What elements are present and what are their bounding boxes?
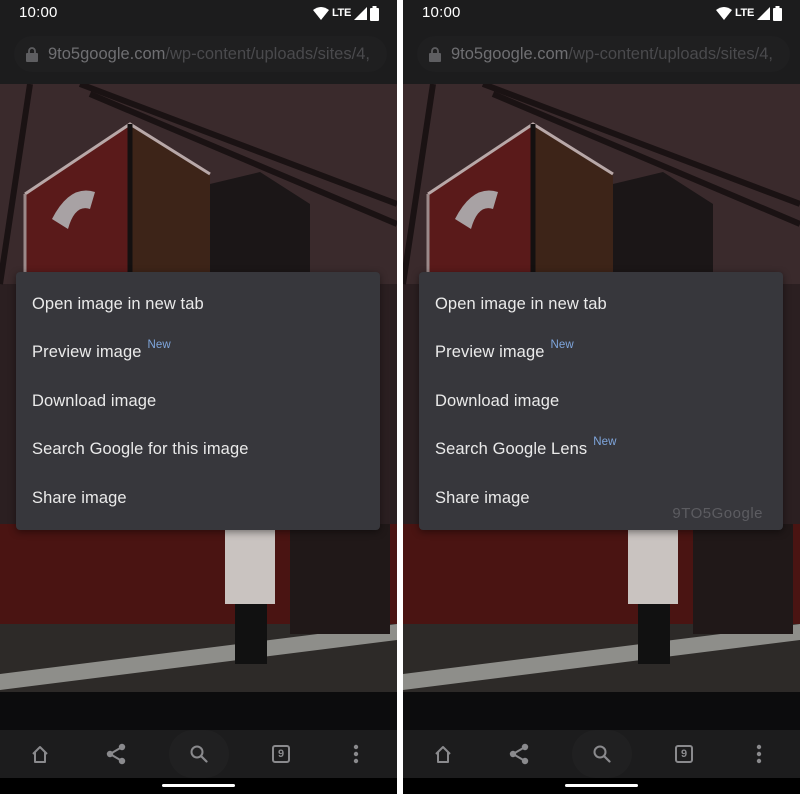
system-nav-bar <box>0 778 397 794</box>
watermark: 9TO5Google <box>672 505 763 522</box>
more-vert-icon <box>353 744 359 764</box>
more-vert-icon <box>756 744 762 764</box>
menu-item-label: Preview image <box>435 343 545 362</box>
menu-item-download-image[interactable]: Download image <box>16 377 380 426</box>
menu-item-label: Open image in new tab <box>32 294 204 313</box>
menu-item-download-image[interactable]: Download image <box>419 377 783 426</box>
more-menu-button[interactable] <box>326 730 386 778</box>
system-nav-bar <box>403 778 800 794</box>
status-icons: LTE <box>715 5 782 21</box>
more-menu-button[interactable] <box>729 730 789 778</box>
page-background <box>403 692 800 730</box>
status-bar: 10:00 LTE <box>403 0 800 26</box>
home-gesture-handle[interactable] <box>565 784 638 787</box>
home-icon <box>435 746 451 763</box>
share-icon <box>106 743 126 765</box>
url-domain: 9to5google.com <box>451 44 569 63</box>
menu-item-open-in-new-tab[interactable]: Open image in new tab <box>419 280 783 329</box>
phone-screen-left: 10:00 LTE 9to5google.com/wp-content/uplo… <box>0 0 397 794</box>
share-button[interactable] <box>489 730 549 778</box>
menu-item-preview-image[interactable]: Preview image New <box>419 329 783 378</box>
battery-icon <box>773 5 782 21</box>
page-background <box>0 692 397 730</box>
menu-item-label: Open image in new tab <box>435 294 607 313</box>
signal-icon <box>757 6 770 20</box>
signal-icon <box>354 6 367 20</box>
menu-item-label: Share image <box>435 488 530 507</box>
menu-item-label: Search Google Lens <box>435 440 588 459</box>
network-type: LTE <box>331 7 351 19</box>
lock-icon <box>429 46 441 62</box>
search-icon <box>190 745 208 763</box>
new-badge: New <box>593 435 617 448</box>
home-button[interactable] <box>413 730 473 778</box>
menu-item-open-in-new-tab[interactable]: Open image in new tab <box>16 280 380 329</box>
tab-switcher-button[interactable]: 9 <box>654 730 714 778</box>
url-bar: 9to5google.com/wp-content/uploads/sites/… <box>403 26 800 84</box>
tab-switcher-icon: 9 <box>272 745 290 763</box>
status-time: 10:00 <box>422 4 461 21</box>
context-menu: Open image in new tab Preview image New … <box>16 272 380 530</box>
menu-item-preview-image[interactable]: Preview image New <box>16 329 380 378</box>
phone-screen-right: 10:00 LTE 9to5google.com/wp-content/uplo… <box>403 0 800 794</box>
battery-icon <box>370 5 379 21</box>
status-time: 10:00 <box>19 4 58 21</box>
menu-item-label: Share image <box>32 488 127 507</box>
network-type: LTE <box>734 7 754 19</box>
status-icons: LTE <box>312 5 379 21</box>
home-gesture-handle[interactable] <box>162 784 235 787</box>
new-badge: New <box>147 338 171 351</box>
url-domain: 9to5google.com <box>48 44 166 63</box>
menu-item-share-image[interactable]: Share image <box>16 474 380 523</box>
url-bar: 9to5google.com/wp-content/uploads/sites/… <box>0 26 397 84</box>
menu-item-label: Preview image <box>32 343 142 362</box>
lock-icon <box>26 46 38 62</box>
menu-item-search-google-image[interactable]: Search Google for this image <box>16 426 380 475</box>
share-icon <box>509 743 529 765</box>
menu-item-search-google-lens[interactable]: Search Google Lens New <box>419 426 783 475</box>
url-path: /wp-content/uploads/sites/4, <box>165 44 370 63</box>
home-icon <box>32 746 48 763</box>
bottom-toolbar: 9 <box>403 730 800 778</box>
url-field[interactable]: 9to5google.com/wp-content/uploads/sites/… <box>14 36 387 72</box>
search-button[interactable] <box>169 730 229 778</box>
wifi-icon <box>715 6 732 20</box>
share-button[interactable] <box>86 730 146 778</box>
tab-switcher-button[interactable]: 9 <box>251 730 311 778</box>
url-path: /wp-content/uploads/sites/4, <box>568 44 773 63</box>
tab-switcher-icon: 9 <box>675 745 693 763</box>
search-button[interactable] <box>572 730 632 778</box>
menu-item-label: Search Google for this image <box>32 440 249 459</box>
menu-item-label: Download image <box>32 391 157 410</box>
bottom-toolbar: 9 <box>0 730 397 778</box>
home-button[interactable] <box>10 730 70 778</box>
status-bar: 10:00 LTE <box>0 0 397 26</box>
menu-item-label: Download image <box>435 391 560 410</box>
wifi-icon <box>312 6 329 20</box>
url-field[interactable]: 9to5google.com/wp-content/uploads/sites/… <box>417 36 790 72</box>
context-menu: Open image in new tab Preview image New … <box>419 272 783 530</box>
new-badge: New <box>550 338 574 351</box>
search-icon <box>593 745 611 763</box>
